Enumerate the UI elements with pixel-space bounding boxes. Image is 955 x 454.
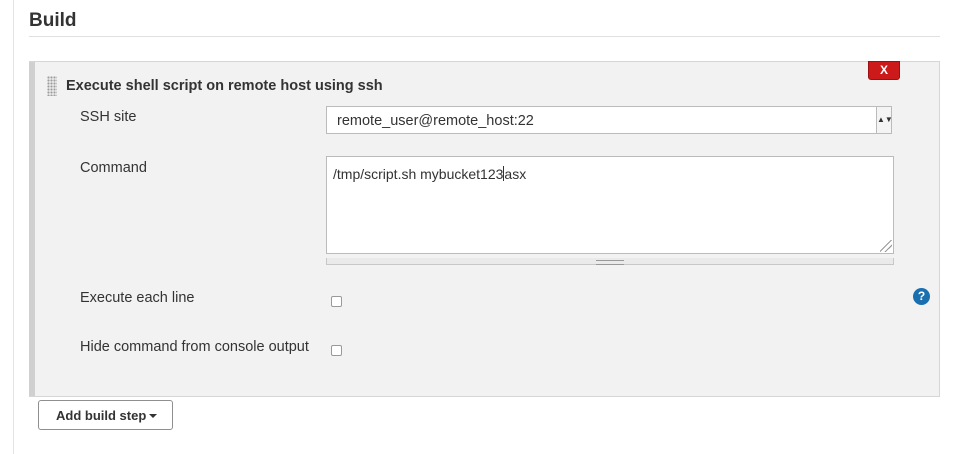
hide-command-checkbox[interactable] [331,345,342,356]
execute-each-line-label: Execute each line [80,290,195,306]
delete-step-button[interactable]: X [868,61,900,80]
ssh-site-select[interactable]: remote_user@remote_host:22 ▲▼ [326,106,893,134]
command-textarea[interactable]: /tmp/script.sh mybucket123asx [326,156,894,254]
select-arrow-icon: ▲▼ [876,107,893,133]
build-step-panel: X Execute shell script on remote host us… [29,61,940,397]
caret-down-icon [149,414,157,418]
add-build-step-label: Add build step [56,408,147,423]
execute-each-line-checkbox[interactable] [331,296,342,307]
section-title: Build [29,10,77,31]
step-title: Execute shell script on remote host usin… [66,78,383,94]
hide-command-label: Hide command from console output [80,339,309,355]
drag-handle-icon[interactable] [47,76,57,96]
command-label: Command [80,160,147,176]
add-build-step-button[interactable]: Add build step [38,400,173,430]
expand-grip-icon [596,260,624,265]
resize-grip-icon[interactable] [880,240,892,252]
step-accent-bar [29,62,35,396]
left-gutter [0,0,14,454]
textarea-expand-handle[interactable] [326,258,894,265]
command-text: /tmp/script.sh mybucket123asx [333,166,527,182]
ssh-site-value: remote_user@remote_host:22 [337,113,534,129]
ssh-site-label: SSH site [80,109,137,125]
section-divider [29,36,940,37]
help-icon[interactable]: ? [913,288,930,305]
